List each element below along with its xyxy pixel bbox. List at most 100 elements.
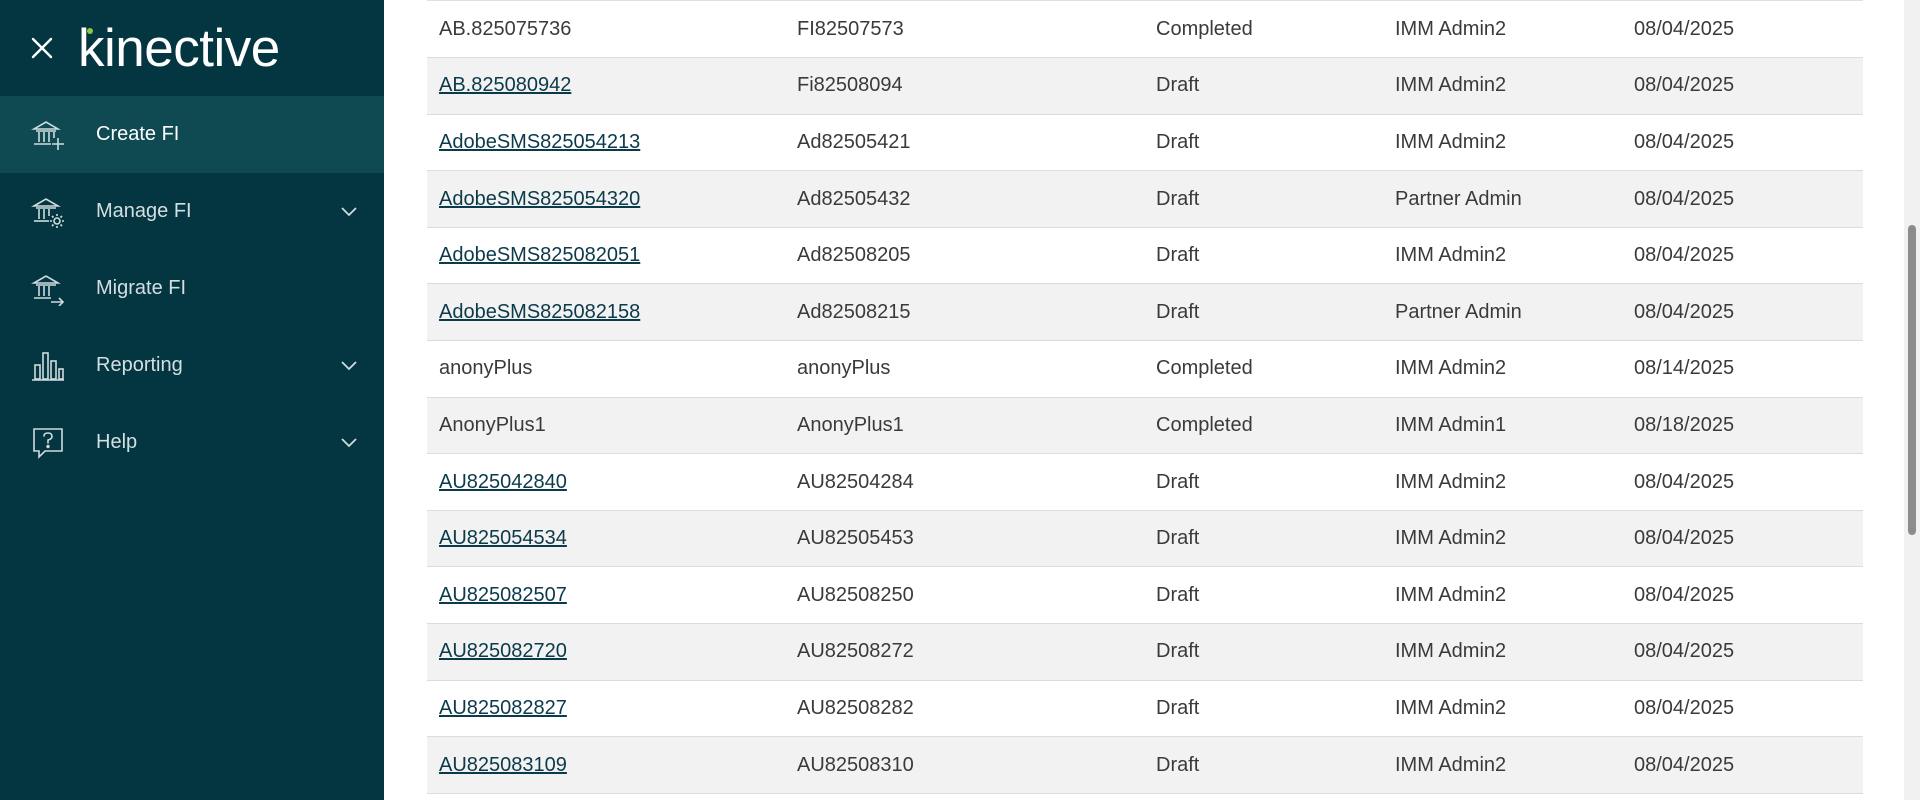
fi-name-link[interactable]: AU825082720 [439, 640, 567, 662]
bank-plus-icon [30, 117, 66, 153]
close-menu-button[interactable] [28, 34, 56, 62]
bank-arrow-icon [30, 271, 66, 307]
owner-cell: IMM Admin2 [1383, 340, 1622, 398]
fi-name-cell: AU825083109 [427, 736, 785, 794]
scrollbar-thumb[interactable] [1908, 225, 1916, 535]
fi-name-link[interactable]: AU825082827 [439, 697, 567, 719]
fi-name-cell: AU825082720 [427, 623, 785, 681]
owner-cell: Partner Admin [1383, 170, 1622, 228]
status-cell: Completed [1144, 397, 1383, 455]
owner-cell: IMM Admin2 [1383, 227, 1622, 285]
fi-name-link[interactable]: AU825054534 [439, 527, 567, 549]
owner-cell: Partner Admin [1383, 283, 1622, 342]
status-cell: Draft [1144, 680, 1383, 738]
status-cell: Draft [1144, 170, 1383, 228]
fi-code-cell: Fi82508094 [785, 57, 1144, 115]
logo-text: kinective [78, 18, 280, 78]
fi-name-cell: AU825082507 [427, 566, 785, 625]
status-cell: Completed [1144, 340, 1383, 398]
table-row: AdobeSMS825082158 Ad82508215 Draft Partner … [427, 283, 1863, 342]
sidebar-item-manage-fi[interactable]: Manage FI [0, 173, 384, 250]
owner-cell: IMM Admin2 [1383, 566, 1622, 625]
fi-name-link[interactable]: AU825083109 [439, 754, 567, 776]
fi-code-cell: Ad82508205 [785, 227, 1144, 285]
table-row: AB.825075736 FI82507573 Completed IMM Admin… [427, 1, 1863, 59]
status-cell: Draft [1144, 57, 1383, 115]
fi-name-cell: AdobeSMS825054320 [427, 170, 785, 228]
brand-bar: kinective [0, 0, 384, 96]
fi-code-cell: AU82508250 [785, 566, 1144, 625]
date-cell: 08/04/2025 [1622, 170, 1863, 228]
status-cell: Completed [1144, 1, 1383, 59]
status-cell: Draft [1144, 114, 1383, 172]
bank-gear-icon [30, 194, 66, 230]
chevron-down-icon [340, 203, 358, 221]
fi-code-cell: Ad82505421 [785, 114, 1144, 172]
date-cell: 08/04/2025 [1622, 57, 1863, 115]
fi-code-cell: AU82504284 [785, 453, 1144, 511]
sidebar-item-help[interactable]: Help [0, 404, 384, 481]
sidebar-item-label: Manage FI [96, 200, 192, 222]
fi-name-cell: AdobeSMS825054213 [427, 114, 785, 172]
table-row: AdobeSMS825082051 Ad82508205 Draft IMM Admi… [427, 227, 1863, 285]
status-cell: Draft [1144, 623, 1383, 681]
owner-cell: IMM Admin2 [1383, 623, 1622, 681]
table-row: AB.825080942 Fi82508094 Draft IMM Admin2 08/… [427, 57, 1863, 115]
owner-cell: IMM Admin2 [1383, 736, 1622, 794]
fi-code-cell: AU82508310 [785, 736, 1144, 794]
fi-name-cell: AU825082827 [427, 680, 785, 738]
fi-name-cell: AdobeSMS825082158 [427, 283, 785, 342]
fi-name-link[interactable]: AdobeSMS825054320 [439, 188, 640, 210]
table-row: AdobeSMS825054320 Ad82505432 Draft Partner … [427, 170, 1863, 228]
date-cell: 08/04/2025 [1622, 510, 1863, 568]
fi-code-cell: AU82508272 [785, 623, 1144, 681]
sidebar-item-label: Create FI [96, 123, 180, 145]
kinective-logo[interactable]: kinective [78, 22, 280, 75]
sidebar-item-create-fi[interactable]: Create FI [0, 96, 384, 173]
date-cell: 08/04/2025 [1622, 680, 1863, 738]
table-row: AnonyPlus1 AnonyPlus1 Completed IMM Admin1 0… [427, 397, 1863, 455]
fi-name-link[interactable]: AU825082507 [439, 584, 567, 606]
chevron-down-icon [340, 434, 358, 452]
fi-name-cell: AU825042840 [427, 453, 785, 511]
date-cell: 08/04/2025 [1622, 283, 1863, 342]
vertical-scrollbar[interactable] [1904, 0, 1920, 800]
table-row: AU825082827 AU82508282 Draft IMM Admin2 08/0… [427, 680, 1863, 738]
fi-name-link[interactable]: AdobeSMS825082158 [439, 301, 640, 323]
date-cell: 08/04/2025 [1622, 1, 1863, 59]
sidebar-item-reporting[interactable]: Reporting [0, 327, 384, 404]
help-bubble-icon [30, 425, 66, 461]
fi-name-cell: AU825054534 [427, 510, 785, 568]
fi-code-cell: AU82508282 [785, 680, 1144, 738]
table-row: AU825082507 AU82508250 Draft IMM Admin2 08/0… [427, 566, 1863, 625]
bar-chart-icon [30, 348, 66, 384]
chevron-down-icon [340, 357, 358, 375]
status-cell: Draft [1144, 227, 1383, 285]
owner-cell: IMM Admin2 [1383, 57, 1622, 115]
status-cell: Draft [1144, 283, 1383, 342]
fi-name-cell: anonyPlus [427, 340, 785, 398]
fi-name-cell: AB.825075736 [427, 1, 785, 59]
fi-name-link[interactable]: AU825042840 [439, 471, 567, 493]
close-icon [31, 37, 53, 59]
sidebar-nav: Create FI Manage FI Migrate FI Reporting… [0, 96, 384, 481]
sidebar-item-label: Migrate FI [96, 277, 187, 299]
status-cell: Draft [1144, 510, 1383, 568]
sidebar-item-migrate-fi[interactable]: Migrate FI [0, 250, 384, 327]
fi-name-cell: AnonyPlus1 [427, 397, 785, 455]
fi-name-link[interactable]: AB.825080942 [439, 74, 571, 96]
fi-code-cell: Ad82505432 [785, 170, 1144, 228]
date-cell: 08/04/2025 [1622, 623, 1863, 681]
table-row: AU825042840 AU82504284 Draft IMM Admin2 08/0… [427, 453, 1863, 511]
fi-name-link[interactable]: AdobeSMS825082051 [439, 244, 640, 266]
date-cell: 08/04/2025 [1622, 227, 1863, 285]
fi-code-cell: AU82505453 [785, 510, 1144, 568]
fi-name-cell: AdobeSMS825082051 [427, 227, 785, 285]
owner-cell: IMM Admin2 [1383, 453, 1622, 511]
fi-table-body: AB.825075736 FI82507573 Completed IMM Admin… [427, 1, 1863, 794]
logo-dot [87, 27, 93, 34]
table-row: anonyPlus anonyPlus Completed IMM Admin2 08/… [427, 340, 1863, 398]
date-cell: 08/04/2025 [1622, 736, 1863, 794]
date-cell: 08/18/2025 [1622, 397, 1863, 455]
fi-name-link[interactable]: AdobeSMS825054213 [439, 131, 640, 153]
